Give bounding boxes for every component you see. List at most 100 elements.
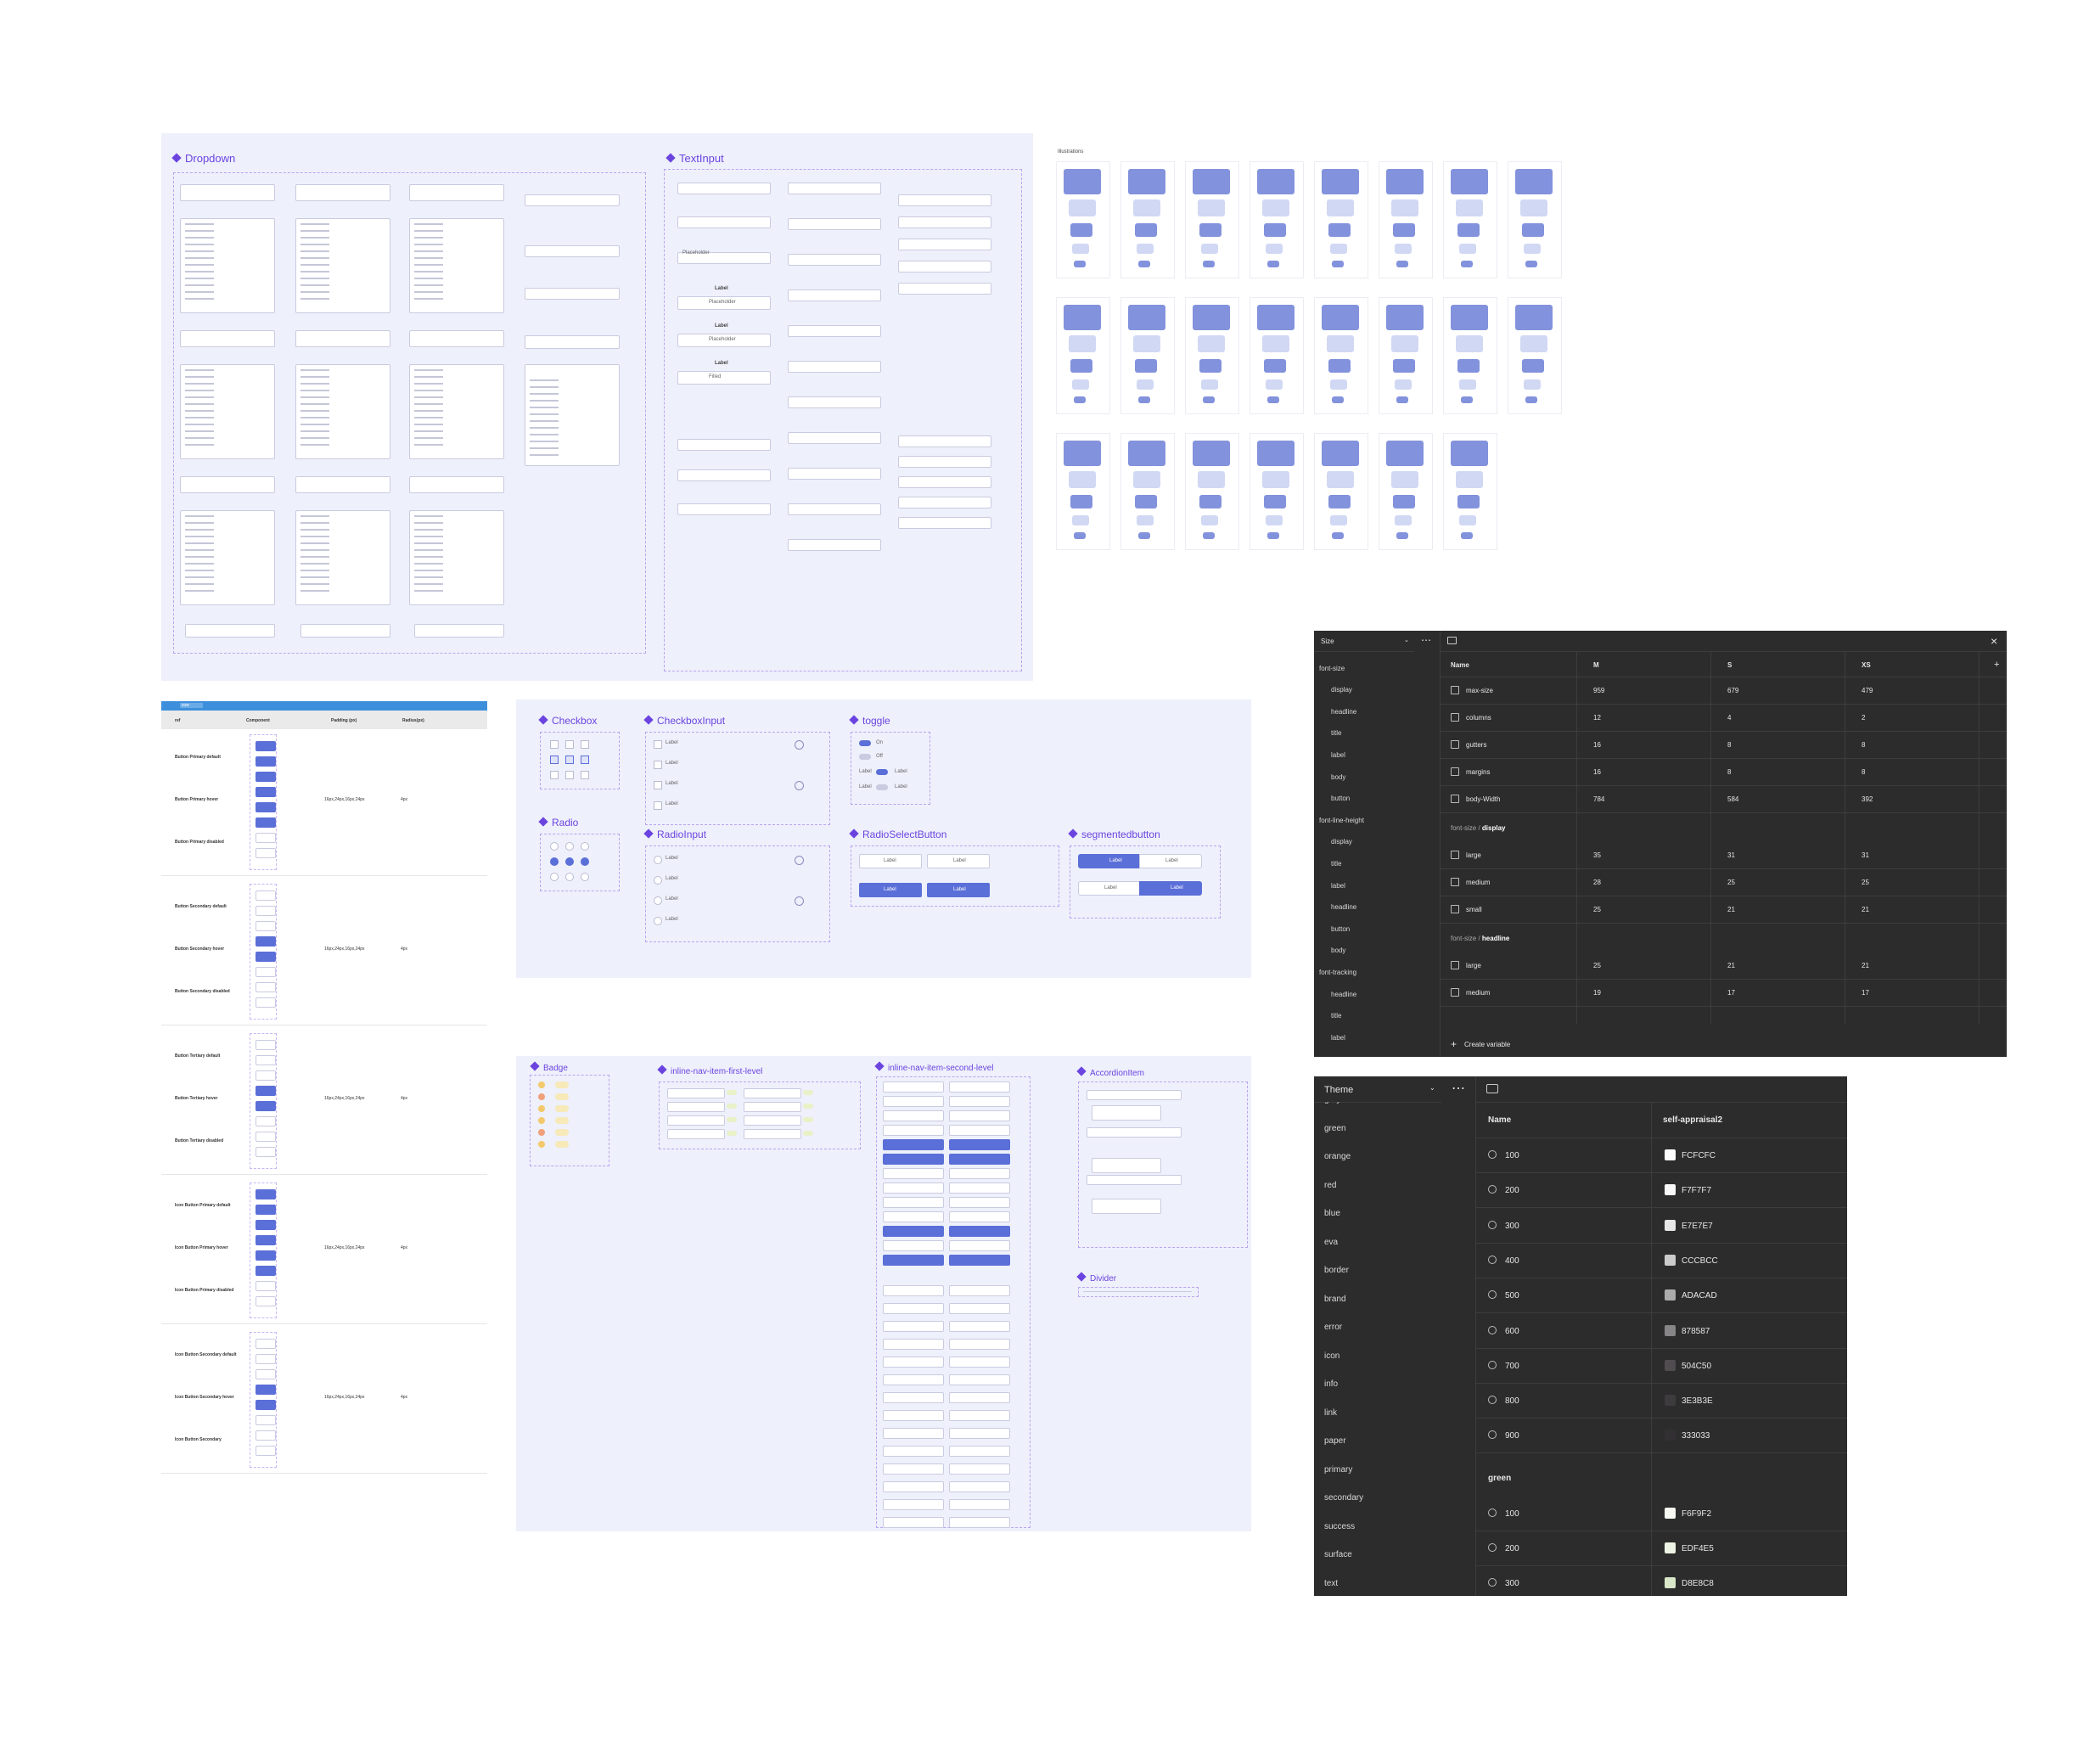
color-variable-row[interactable]: 200 F7F7F7 [1476,1172,1847,1209]
radio-select-button[interactable]: Label [859,854,922,868]
button-preview[interactable] [256,936,276,947]
nav-item-second-level[interactable] [883,1211,944,1222]
variable-row[interactable]: large 35 31 31 [1441,841,2007,869]
radio-button[interactable] [550,842,559,851]
checkbox[interactable] [550,740,559,749]
button-preview[interactable] [256,1235,276,1245]
value-xs[interactable]: 17 [1862,989,1869,997]
spec-tab[interactable]: size [180,703,203,708]
checkbox[interactable] [565,771,574,779]
button-preview[interactable] [256,802,276,812]
button-preview[interactable] [256,1040,276,1050]
nav-item-font-tracking[interactable]: font-tracking [1319,969,1356,976]
accordion-item[interactable] [1087,1175,1182,1185]
nav-item-second-level[interactable] [883,1096,944,1107]
nav-item-first-level[interactable] [667,1129,725,1139]
value-xs[interactable]: 21 [1862,962,1869,969]
segment[interactable]: Label [1139,854,1202,868]
nav-item-font-size[interactable]: font-size [1319,665,1345,672]
nav-item-second-level[interactable] [883,1357,944,1368]
color-value[interactable]: 3E3B3E [1682,1396,1713,1406]
value-m[interactable]: 16 [1593,741,1601,749]
nav-item-first-level[interactable] [667,1088,725,1098]
accordion-item[interactable] [1092,1158,1161,1173]
nav-item-second-level[interactable] [883,1410,944,1421]
nav-item-body[interactable]: body [1331,773,1345,781]
nav-item-second-level[interactable] [949,1339,1010,1350]
checkbox[interactable] [550,771,559,779]
nav-item-second-level[interactable] [883,1255,944,1266]
color-value[interactable]: F7F7F7 [1682,1186,1711,1195]
more-options-icon[interactable]: ⋯ [1452,1080,1465,1097]
value-s[interactable]: 25 [1727,879,1735,886]
value-m[interactable]: 19 [1593,989,1601,997]
button-preview[interactable] [256,817,276,828]
button-preview[interactable] [256,1400,276,1410]
nav-item-second-level[interactable] [949,1081,1010,1093]
radio-select-button[interactable]: Label [927,854,990,868]
nav-item-second-level[interactable] [949,1211,1010,1222]
value-m[interactable]: 28 [1593,879,1601,886]
nav-item-second-level[interactable] [883,1139,944,1150]
segment-selected[interactable]: Label [1139,881,1202,896]
radio-button[interactable] [654,856,662,864]
collection-selector[interactable]: Size ⌄ [1314,631,1414,652]
nav-item-eva[interactable]: eva [1324,1238,1338,1247]
variable-row[interactable]: small 25 21 21 [1441,896,2007,924]
nav-item-first-level[interactable] [667,1115,725,1126]
color-value[interactable]: 504C50 [1682,1362,1711,1371]
value-xs[interactable]: 25 [1862,879,1869,886]
button-preview[interactable] [256,1116,276,1126]
value-m[interactable]: 784 [1593,795,1604,803]
button-preview[interactable] [256,1189,276,1199]
nav-item-paper[interactable]: paper [1324,1436,1346,1446]
nav-item-gray[interactable]: gray [1324,1102,1340,1104]
value-m[interactable]: 25 [1593,962,1601,969]
color-variable-row[interactable]: 800 3E3B3E [1476,1383,1847,1419]
checkbox[interactable] [654,781,662,789]
nav-item-border[interactable]: border [1324,1266,1349,1275]
button-preview[interactable] [256,1101,276,1111]
radio-select-button-selected[interactable]: Label [927,883,990,897]
button-preview[interactable] [256,1205,276,1215]
button-preview[interactable] [256,921,276,931]
nav-item-second-level[interactable] [949,1240,1010,1251]
toggle-off[interactable] [859,754,871,760]
button-preview[interactable] [256,772,276,782]
button-preview[interactable] [256,787,276,797]
more-options-icon[interactable]: ⋯ [1421,634,1431,646]
radio-button[interactable] [654,876,662,885]
collection-selector[interactable]: Theme ⌄ [1314,1076,1441,1103]
nav-item-second-level[interactable] [949,1446,1010,1457]
value-xs[interactable]: 21 [1862,906,1869,913]
nav-item-second-level[interactable] [883,1197,944,1208]
segment-selected[interactable]: Label [1078,854,1141,868]
nav-item-second-level[interactable] [883,1168,944,1179]
value-xs[interactable]: 479 [1862,687,1873,694]
nav-item-second-level[interactable] [883,1285,944,1296]
nav-item-font-line-height[interactable]: font-line-height [1319,817,1364,824]
color-value[interactable]: 878587 [1682,1327,1710,1336]
color-variable-row[interactable]: 200 EDF4E5 [1476,1531,1847,1566]
nav-item-second-level[interactable] [949,1285,1010,1296]
nav-item-second-level[interactable] [949,1168,1010,1179]
button-preview[interactable] [256,1354,276,1364]
value-s[interactable]: 4 [1727,714,1731,722]
color-variable-row[interactable]: 300 D8E8C8 [1476,1565,1847,1596]
color-value[interactable]: ADACAD [1682,1291,1717,1301]
nav-item-second-level[interactable] [949,1517,1010,1528]
value-s[interactable]: 584 [1727,795,1738,803]
nav-item-button[interactable]: button [1331,925,1350,933]
nav-item-icon[interactable]: icon [1324,1351,1339,1361]
button-preview[interactable] [256,997,276,1008]
nav-item-green[interactable]: green [1324,1124,1346,1133]
color-value[interactable]: D8E8C8 [1682,1579,1714,1588]
nav-item-second-level[interactable] [949,1374,1010,1385]
button-preview[interactable] [256,906,276,916]
nav-item-title[interactable]: title [1331,860,1341,868]
button-preview[interactable] [256,1070,276,1081]
variable-row[interactable]: gutters 16 8 8 [1441,731,2007,759]
nav-item-second-level[interactable] [949,1096,1010,1107]
nav-item-second-level[interactable] [883,1110,944,1121]
nav-item-second-level[interactable] [949,1197,1010,1208]
